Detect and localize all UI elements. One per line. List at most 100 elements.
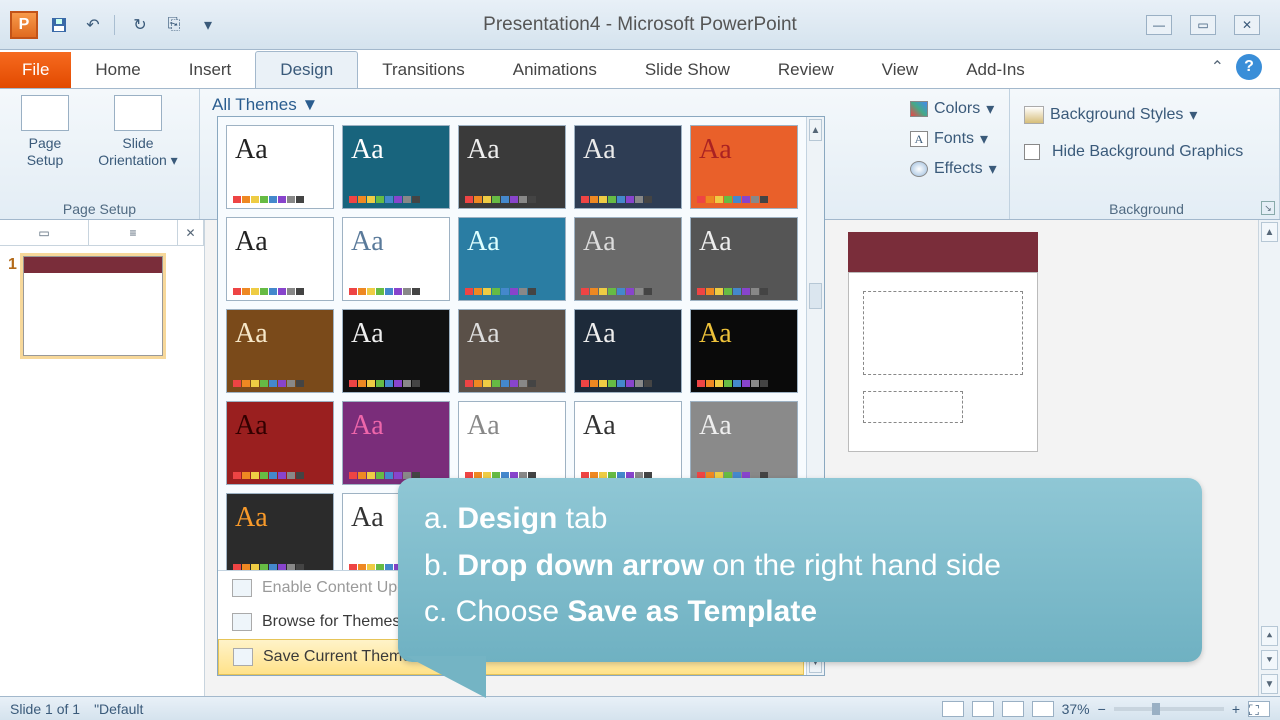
zoom-out-button[interactable]: − <box>1098 701 1106 717</box>
theme-thumb[interactable]: Aa <box>690 401 798 485</box>
slide-canvas <box>848 232 1038 452</box>
fit-to-window-button[interactable]: ⛶ <box>1248 701 1270 717</box>
hide-background-checkbox[interactable]: Hide Background Graphics <box>1024 139 1243 165</box>
theme-thumb[interactable]: Aa <box>342 217 450 301</box>
scroll-down-icon[interactable]: ▼ <box>1261 674 1278 694</box>
scroll-up-icon[interactable]: ▲ <box>1261 222 1278 242</box>
normal-view-button[interactable] <box>942 701 964 717</box>
gallery-scroll-thumb[interactable] <box>809 283 822 309</box>
theme-aa-label: Aa <box>467 410 500 442</box>
theme-aa-label: Aa <box>351 226 384 258</box>
slides-tab[interactable]: ▭ <box>0 220 89 245</box>
theme-thumb[interactable]: Aa <box>458 309 566 393</box>
help-button[interactable]: ? <box>1236 54 1262 80</box>
maximize-button[interactable]: ▭ <box>1190 15 1216 35</box>
repeat-icon[interactable]: ↻ <box>127 12 153 38</box>
tab-transitions[interactable]: Transitions <box>358 52 489 88</box>
gallery-scroll-up-icon[interactable]: ▲ <box>809 119 822 141</box>
theme-palette <box>697 380 768 387</box>
theme-thumb[interactable]: Aa <box>690 125 798 209</box>
slide-panel: ▭ ≡ ✕ 1 <box>0 220 205 696</box>
file-tab[interactable]: File <box>0 52 71 88</box>
tab-add-ins[interactable]: Add-Ins <box>942 52 1049 88</box>
zoom-label: 37% <box>1062 701 1090 717</box>
theme-aa-label: Aa <box>583 318 616 350</box>
theme-thumb[interactable]: Aa <box>226 493 334 577</box>
theme-thumb[interactable]: Aa <box>226 217 334 301</box>
minimize-ribbon-icon[interactable]: ⌃ <box>1211 57 1224 77</box>
next-slide-icon[interactable]: ⯆ <box>1261 650 1278 670</box>
theme-thumb[interactable]: Aa <box>226 401 334 485</box>
tab-design[interactable]: Design <box>255 51 358 88</box>
reading-view-button[interactable] <box>1002 701 1024 717</box>
tab-review[interactable]: Review <box>754 52 858 88</box>
theme-aa-label: Aa <box>351 502 384 534</box>
theme-thumb[interactable]: Aa <box>458 217 566 301</box>
theme-thumb[interactable]: Aa <box>342 401 450 485</box>
panel-close-button[interactable]: ✕ <box>178 220 204 245</box>
theme-thumb[interactable]: Aa <box>226 125 334 209</box>
theme-aa-label: Aa <box>699 318 732 350</box>
slideshow-view-button[interactable] <box>1032 701 1054 717</box>
qat-separator <box>114 15 119 35</box>
fonts-button[interactable]: AFonts ▾ <box>910 125 988 153</box>
theme-palette <box>233 196 304 203</box>
all-themes-dropdown[interactable]: All Themes ▼ <box>212 95 318 115</box>
tab-insert[interactable]: Insert <box>165 52 256 88</box>
slide-thumbnail-1[interactable]: 1 <box>0 246 204 366</box>
qat-customize-icon[interactable]: ▾ <box>195 12 221 38</box>
page-setup-icon <box>21 95 69 131</box>
theme-palette <box>581 288 652 295</box>
zoom-slider[interactable] <box>1114 707 1224 711</box>
theme-thumb[interactable]: Aa <box>690 309 798 393</box>
app-icon[interactable]: P <box>10 11 38 39</box>
slide-orientation-label: Slide Orientation ▾ <box>90 135 186 169</box>
qat-extra-icon[interactable]: ⎘ <box>161 12 187 38</box>
theme-aa-label: Aa <box>351 410 384 442</box>
background-dialog-launcher[interactable]: ↘ <box>1261 201 1275 215</box>
vertical-scrollbar[interactable]: ▲ ⯅ ⯆ ▼ <box>1258 220 1280 696</box>
tab-home[interactable]: Home <box>71 52 164 88</box>
checkbox-icon <box>1024 144 1040 160</box>
outline-tab[interactable]: ≡ <box>89 220 178 245</box>
undo-icon[interactable]: ↶ <box>80 12 106 38</box>
theme-thumb[interactable]: Aa <box>226 309 334 393</box>
window-controls: — ▭ ✕ <box>1146 15 1280 35</box>
theme-thumb[interactable]: Aa <box>342 125 450 209</box>
tab-slide-show[interactable]: Slide Show <box>621 52 754 88</box>
theme-aa-label: Aa <box>235 502 268 534</box>
ribbon-tabs: File Home Insert Design Transitions Anim… <box>0 50 1280 88</box>
theme-thumb[interactable]: Aa <box>690 217 798 301</box>
title-bar: P ↶ ↻ ⎘ ▾ Presentation4 - Microsoft Powe… <box>0 0 1280 50</box>
app-letter: P <box>19 16 30 34</box>
theme-palette <box>349 196 420 203</box>
theme-palette <box>349 380 420 387</box>
theme-thumb[interactable]: Aa <box>574 401 682 485</box>
tab-view[interactable]: View <box>858 52 943 88</box>
theme-aa-label: Aa <box>235 226 268 258</box>
effects-button[interactable]: Effects ▾ <box>910 155 997 183</box>
colors-button[interactable]: Colors ▾ <box>910 95 994 123</box>
theme-thumb[interactable]: Aa <box>458 125 566 209</box>
close-button[interactable]: ✕ <box>1234 15 1260 35</box>
theme-thumb[interactable]: Aa <box>574 125 682 209</box>
minimize-button[interactable]: — <box>1146 15 1172 35</box>
theme-thumb[interactable]: Aa <box>574 309 682 393</box>
group-background: Background Styles ▾ Hide Background Grap… <box>1010 89 1280 219</box>
page-setup-button[interactable]: Page Setup <box>10 95 80 169</box>
save-icon[interactable] <box>46 12 72 38</box>
prev-slide-icon[interactable]: ⯅ <box>1261 626 1278 646</box>
slide-orientation-button[interactable]: Slide Orientation ▾ <box>90 95 186 169</box>
zoom-in-button[interactable]: + <box>1232 701 1240 717</box>
background-styles-button[interactable]: Background Styles ▾ <box>1024 101 1197 129</box>
group-theme-variants: Colors ▾ AFonts ▾ Effects ▾ <box>900 89 1010 219</box>
enable-content-icon <box>232 579 252 597</box>
sorter-view-button[interactable] <box>972 701 994 717</box>
theme-thumb[interactable]: Aa <box>342 309 450 393</box>
theme-thumb[interactable]: Aa <box>458 401 566 485</box>
tab-animations[interactable]: Animations <box>489 52 621 88</box>
window-title: Presentation4 - Microsoft PowerPoint <box>483 14 797 36</box>
theme-aa-label: Aa <box>583 226 616 258</box>
theme-aa-label: Aa <box>351 318 384 350</box>
theme-thumb[interactable]: Aa <box>574 217 682 301</box>
